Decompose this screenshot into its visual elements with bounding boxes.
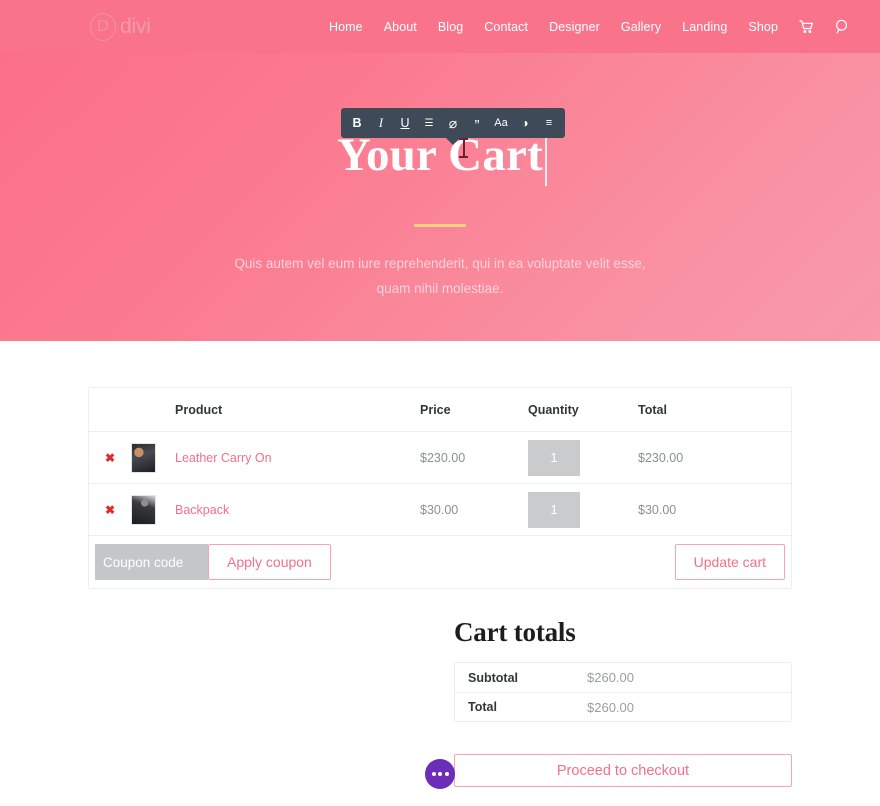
cart-totals: Cart totals Subtotal $260.00 Total $260.… [454,617,792,787]
align-icon[interactable]: ☰ [417,111,441,135]
text-color-icon[interactable]: ◑ [513,111,537,135]
list-icon[interactable]: ≡ [537,111,561,135]
col-quantity: Quantity [528,402,579,417]
table-row: ✖ Backpack $30.00 $30.00 [89,484,791,536]
divi-builder-menu-button[interactable] [425,759,455,789]
cart-content: Product Price Quantity Total ✖ Leather C… [0,341,880,787]
logo-text: divi [120,14,151,38]
subtotal-value: $260.00 [587,670,634,685]
text-format-toolbar: B I U ☰ ⌀ ” Aa ◑ ≡ [341,108,565,138]
hero-subtitle: Quis autem vel eum iure reprehenderit, q… [234,255,646,296]
col-product: Product [175,402,223,417]
cart-icon[interactable] [799,19,814,34]
product-name-link[interactable]: Backpack [175,503,420,517]
quote-icon[interactable]: ” [465,111,489,135]
product-price: $30.00 [420,502,459,517]
dot-icon [444,772,449,776]
quantity-input[interactable] [528,491,580,528]
hero-section: B I U ☰ ⌀ ” Aa ◑ ≡ Your Cart Quis autem … [0,53,880,341]
cart-totals-title: Cart totals [454,617,576,647]
nav-item-shop[interactable]: Shop [748,20,778,34]
product-name: Leather Carry On [175,450,272,465]
nav-item-contact[interactable]: Contact [484,20,528,34]
quantity-cell [528,439,638,476]
page-title[interactable]: Your Cart [337,122,547,186]
total-value: $260.00 [587,699,634,715]
quantity-cell [528,491,638,528]
site-header: D divi Home About Blog Contact Designer … [0,0,880,53]
quantity-input[interactable] [528,439,580,476]
page-root: D divi Home About Blog Contact Designer … [0,0,880,806]
product-price: $230.00 [420,450,466,465]
col-total: Total [638,402,667,417]
product-name: Backpack [175,502,230,517]
col-price: Price [420,402,451,417]
nav-item-about[interactable]: About [384,20,417,34]
remove-item-button[interactable]: ✖ [89,503,131,517]
total-label: Total [468,700,497,714]
subtotal-label: Subtotal [468,670,518,685]
logo-mark-icon: D [90,12,116,41]
totals-row-subtotal: Subtotal $260.00 [455,663,791,692]
nav-item-designer[interactable]: Designer [549,20,600,34]
unlink-icon[interactable]: ⌀ [441,111,465,135]
close-icon: ✖ [104,502,116,517]
proceed-to-checkout-button[interactable]: Proceed to checkout [454,754,792,787]
bold-icon[interactable]: B [345,111,369,135]
checkout-wrap: Proceed to checkout [454,754,792,787]
dot-icon [438,772,442,776]
product-name-link[interactable]: Leather Carry On [175,451,420,465]
text-cursor-icon [459,138,469,158]
italic-icon[interactable]: I [369,111,393,135]
site-logo[interactable]: D divi [90,12,151,41]
table-row: ✖ Leather Carry On $230.00 $230.00 [89,432,791,484]
nav-item-gallery[interactable]: Gallery [621,20,661,34]
hero-divider [414,224,466,227]
nav-item-landing[interactable]: Landing [682,20,727,34]
coupon-input[interactable] [95,544,208,580]
cart-table: Product Price Quantity Total ✖ Leather C… [88,387,792,589]
search-icon[interactable] [835,19,850,34]
text-size-icon[interactable]: Aa [489,111,513,135]
totals-row-total: Total $260.00 [455,692,791,721]
underline-icon[interactable]: U [393,111,417,135]
close-icon: ✖ [104,450,116,465]
update-cart-button[interactable]: Update cart [674,544,785,580]
cart-actions-row: Apply coupon Update cart [89,536,791,588]
apply-coupon-button[interactable]: Apply coupon [208,544,331,580]
product-total: $230.00 [638,450,684,465]
dot-icon [431,772,436,776]
remove-item-button[interactable]: ✖ [89,451,131,465]
main-navigation: Home About Blog Contact Designer Gallery… [329,19,850,34]
product-thumbnail[interactable] [131,494,175,525]
nav-item-home[interactable]: Home [329,20,363,34]
nav-item-blog[interactable]: Blog [438,20,463,34]
product-total: $30.00 [638,502,677,517]
cart-totals-table: Subtotal $260.00 Total $260.00 [454,662,792,722]
cart-table-header: Product Price Quantity Total [89,388,791,432]
product-thumbnail[interactable] [131,442,175,473]
